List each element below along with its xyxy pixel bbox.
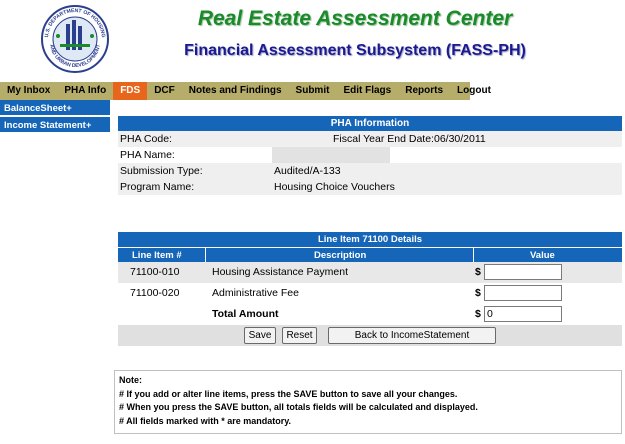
nav-logout[interactable]: Logout [450, 82, 498, 100]
column-line-item: Line Item # [132, 250, 182, 261]
pha-information-header: PHA Information [118, 116, 622, 131]
line-item-column-headers: Line Item # Description Value [118, 247, 622, 263]
app-subtitle: Financial Assessment Subsystem (FASS-PH) [184, 42, 526, 59]
program-name-value: Housing Choice Vouchers [274, 181, 395, 193]
housing-assistance-payment-input[interactable] [484, 264, 562, 280]
table-row: 71100-020 Administrative Fee $ [118, 283, 622, 304]
pha-name-label: PHA Name: [120, 149, 175, 161]
line-item-details-panel: Line Item 71100 Details Line Item # Desc… [118, 232, 622, 346]
nav-edit-flags[interactable]: Edit Flags [336, 82, 398, 100]
currency-symbol: $ [475, 266, 481, 278]
total-amount-label: Total Amount [212, 308, 279, 320]
pha-information-panel: PHA Information PHA Code: Fiscal Year En… [118, 116, 622, 195]
nav-submit[interactable]: Submit [289, 82, 337, 100]
app-title: Real Estate Assessment Center [197, 7, 513, 30]
nav-pha-info[interactable]: PHA Info [57, 82, 113, 100]
note-title: Note: [119, 375, 142, 385]
total-row: Total Amount $ [118, 304, 622, 325]
note-line: # When you press the SAVE button, all to… [119, 402, 478, 412]
column-value: Value [530, 250, 555, 261]
program-name-row: Program Name: Housing Choice Vouchers [118, 179, 622, 195]
line-item-number: 71100-020 [130, 287, 180, 299]
sidebar: BalanceSheet+ Income Statement+ [0, 100, 110, 134]
nav-dcf[interactable]: DCF [147, 82, 182, 100]
pha-name-row: PHA Name: [118, 147, 622, 163]
line-item-description: Housing Assistance Payment [212, 266, 348, 278]
currency-symbol: $ [475, 287, 481, 299]
administrative-fee-input[interactable] [484, 285, 562, 301]
column-divider [205, 248, 206, 263]
column-divider [473, 248, 474, 263]
currency-symbol: $ [475, 308, 481, 320]
line-item-details-header: Line Item 71100 Details [118, 232, 622, 247]
fiscal-year-end-date: Fiscal Year End Date:06/30/2011 [333, 133, 486, 145]
top-nav-bar: My Inbox PHA Info FDS DCF Notes and Find… [0, 82, 491, 100]
column-description: Description [314, 250, 367, 261]
nav-notes-and-findings[interactable]: Notes and Findings [182, 82, 289, 100]
pha-name-value-box [272, 147, 390, 163]
back-to-income-statement-button[interactable]: Back to IncomeStatement [328, 327, 496, 344]
nav-fds[interactable]: FDS [113, 82, 148, 100]
note-box: Note: # If you add or alter line items, … [114, 370, 622, 434]
submission-type-row: Submission Type: Audited/A-133 [118, 163, 622, 179]
line-item-number: 71100-010 [130, 266, 180, 278]
nav-my-inbox[interactable]: My Inbox [0, 82, 57, 100]
submission-type-label: Submission Type: [120, 165, 203, 177]
pha-code-row: PHA Code: Fiscal Year End Date:06/30/201… [118, 131, 622, 147]
reset-button[interactable]: Reset [282, 327, 317, 344]
total-amount-input [484, 306, 562, 322]
nav-reports[interactable]: Reports [398, 82, 450, 100]
table-row: 71100-010 Housing Assistance Payment $ [118, 262, 622, 283]
sidebar-item-income-statement[interactable]: Income Statement+ [0, 117, 110, 134]
note-line: # All fields marked with * are mandatory… [119, 415, 292, 426]
action-button-bar: Save Reset Back to IncomeStatement [118, 325, 622, 346]
pha-code-label: PHA Code: [120, 133, 172, 145]
note-line: # If you add or alter line items, press … [119, 388, 458, 399]
save-button[interactable]: Save [244, 327, 276, 344]
program-name-label: Program Name: [120, 181, 195, 193]
sidebar-item-balance-sheet[interactable]: BalanceSheet+ [0, 100, 110, 117]
submission-type-value: Audited/A-133 [274, 165, 341, 177]
line-item-description: Administrative Fee [212, 287, 299, 299]
